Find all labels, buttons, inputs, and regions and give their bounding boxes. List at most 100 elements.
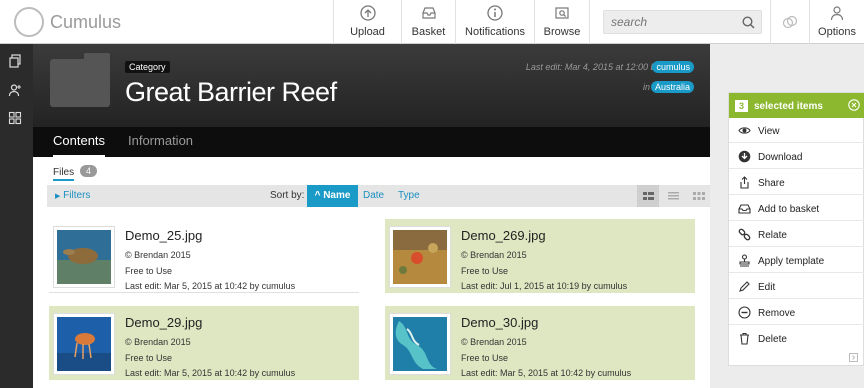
search-box[interactable] — [603, 10, 762, 34]
selection-count: 3 — [735, 100, 748, 112]
category-header: Category Great Barrier Reef Last edit: M… — [33, 44, 710, 127]
asset-rights: Free to Use — [461, 266, 509, 276]
info-icon — [487, 5, 503, 21]
close-selection-icon[interactable] — [848, 99, 860, 111]
add-user-icon[interactable] — [8, 83, 22, 97]
link-icon — [738, 228, 751, 241]
in-label: in — [642, 82, 650, 92]
stamp-icon — [738, 254, 751, 267]
view-action[interactable]: View — [729, 118, 864, 143]
files-tab[interactable]: Files — [53, 167, 75, 181]
asset-name[interactable]: Demo_269.jpg — [461, 228, 546, 243]
asset-name[interactable]: Demo_29.jpg — [125, 315, 202, 330]
pencil-icon — [738, 280, 751, 293]
tab-contents[interactable]: Contents — [53, 127, 106, 157]
eye-icon — [738, 124, 751, 137]
search-input[interactable] — [611, 14, 741, 30]
delete-action[interactable]: Delete — [729, 326, 864, 351]
triangle-right-icon: ▶ — [55, 193, 61, 200]
download-action[interactable]: Download — [729, 144, 864, 169]
left-sidebar — [0, 44, 33, 388]
basket-icon — [738, 202, 751, 215]
thumbnail-list-icon — [643, 192, 654, 200]
sort-type-button[interactable]: Type — [398, 190, 420, 201]
filters-toggle[interactable]: ▶ Filters — [55, 190, 90, 201]
asset-thumbnail[interactable] — [53, 226, 115, 288]
asset-rights: Free to Use — [125, 266, 173, 276]
notifications-button[interactable]: Notifications — [455, 0, 534, 44]
search-icon[interactable] — [742, 16, 755, 29]
content-area: Files 4 ▶ Filters Sort by: ^ Name Date T… — [33, 157, 710, 388]
browse-label: Browse — [543, 26, 581, 38]
download-icon — [738, 150, 751, 163]
chevron-up-icon: ^ — [314, 190, 321, 201]
sort-name-button[interactable]: ^ Name — [307, 185, 358, 207]
browse-button[interactable]: Browse — [534, 0, 590, 44]
share-label: Share — [758, 178, 785, 189]
asset-thumbnail[interactable] — [389, 313, 451, 375]
asset-last-edit: Last edit: Mar 5, 2015 at 10:42 by cumul… — [125, 368, 296, 378]
user-badge[interactable]: cumulus — [652, 61, 694, 73]
sort-toolbar: ▶ Filters Sort by: ^ Name Date Type — [47, 185, 710, 207]
apply-template-action[interactable]: Apply template — [729, 248, 864, 273]
reef-aerial-image — [393, 317, 447, 371]
logo-ring-icon — [14, 7, 44, 37]
asset-last-edit: Last edit: Mar 5, 2015 at 10:42 by cumul… — [125, 281, 296, 291]
list-view-button[interactable] — [663, 185, 685, 207]
selection-panel: 3 selected items View Download Share Add… — [728, 92, 864, 366]
upload-button[interactable]: Upload — [333, 0, 401, 44]
asset-card[interactable]: Demo_25.jpg © Brendan 2015 Free to Use L… — [49, 219, 359, 293]
basket-icon — [421, 5, 437, 21]
filters-label: Filters — [63, 190, 91, 201]
app-logo[interactable]: Cumulus — [14, 7, 121, 37]
folder-icon — [50, 53, 110, 107]
copy-icon[interactable] — [8, 54, 22, 68]
asset-card[interactable]: Demo_269.jpg © Brendan 2015 Free to Use … — [385, 219, 695, 293]
upload-icon — [359, 5, 376, 21]
edit-action[interactable]: Edit — [729, 274, 864, 299]
asset-thumbnail[interactable] — [53, 313, 115, 375]
location-badge[interactable]: Australia — [650, 81, 694, 93]
share-action[interactable]: Share — [729, 170, 864, 195]
jellyfish-image — [57, 317, 111, 371]
asset-thumbnail[interactable] — [389, 226, 451, 288]
apply-template-label: Apply template — [758, 256, 825, 267]
page-title: Great Barrier Reef — [125, 77, 337, 107]
app-name: Cumulus — [50, 11, 122, 32]
remove-label: Remove — [758, 308, 796, 319]
asset-rights: Free to Use — [461, 353, 509, 363]
asset-name[interactable]: Demo_30.jpg — [461, 315, 538, 330]
minus-circle-icon — [738, 306, 751, 319]
share-icon — [738, 176, 751, 189]
edit-label: Edit — [758, 282, 776, 293]
asset-copyright: © Brendan 2015 — [461, 250, 527, 260]
relate-action[interactable]: Relate — [729, 222, 864, 247]
basket-button[interactable]: Basket — [401, 0, 455, 44]
tab-information[interactable]: Information — [128, 127, 193, 157]
asset-last-edit: Last edit: Mar 5, 2015 at 10:42 by cumul… — [461, 368, 632, 378]
tile-view-button[interactable] — [688, 185, 710, 207]
remove-action[interactable]: Remove — [729, 300, 864, 325]
sort-name-label: Name — [323, 190, 351, 201]
grid-view-button[interactable] — [637, 185, 659, 207]
relate-label: Relate — [758, 230, 787, 241]
basket-label: Basket — [411, 26, 446, 38]
quick-search-button[interactable] — [770, 0, 810, 44]
coral-image — [393, 230, 447, 284]
collapse-panel-icon[interactable] — [849, 353, 858, 362]
sort-date-button[interactable]: Date — [363, 190, 384, 201]
tiles-icon — [693, 192, 705, 200]
selection-header: 3 selected items — [729, 93, 864, 118]
asset-copyright: © Brendan 2015 — [125, 250, 191, 260]
tab-bar: Contents Information — [33, 127, 710, 157]
files-count-badge: 4 — [80, 165, 98, 177]
options-button[interactable]: Options — [810, 0, 864, 44]
add-to-basket-action[interactable]: Add to basket — [729, 196, 864, 221]
download-label: Download — [758, 152, 803, 163]
asset-card[interactable]: Demo_29.jpg © Brendan 2015 Free to Use L… — [49, 306, 359, 380]
asset-card[interactable]: Demo_30.jpg © Brendan 2015 Free to Use L… — [385, 306, 695, 380]
asset-last-edit: Last edit: Jul 1, 2015 at 10:19 by cumul… — [461, 281, 628, 291]
asset-copyright: © Brendan 2015 — [461, 337, 527, 347]
asset-name[interactable]: Demo_25.jpg — [125, 228, 202, 243]
grid-icon[interactable] — [8, 111, 22, 125]
